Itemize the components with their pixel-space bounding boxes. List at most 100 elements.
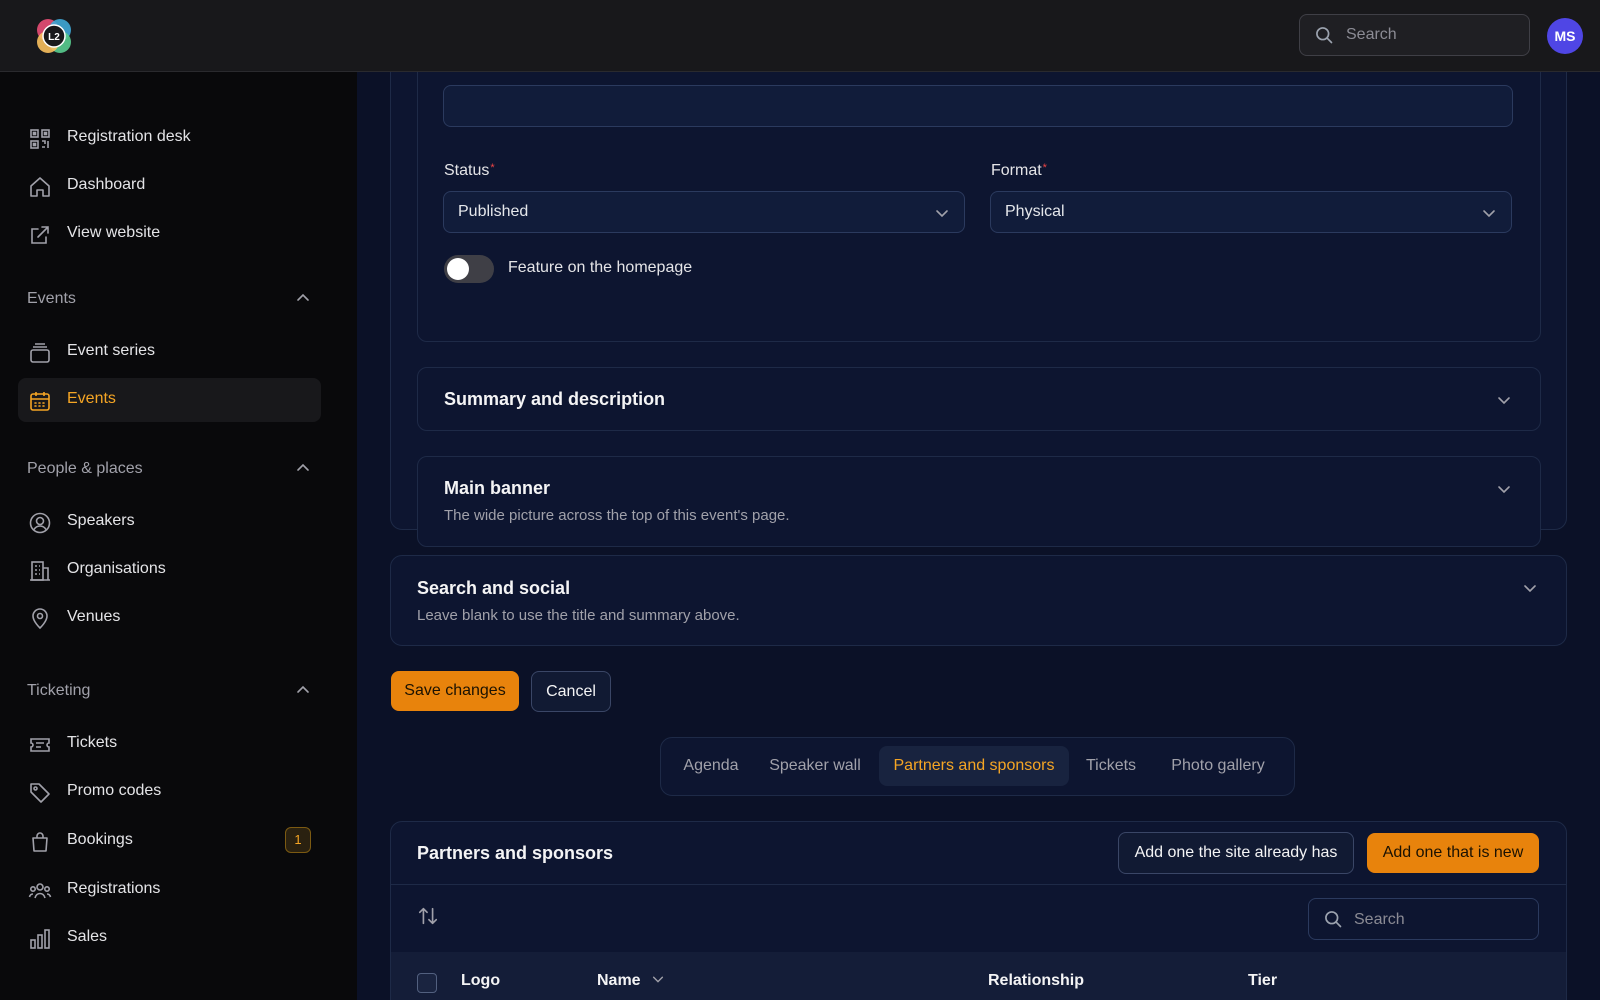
chevron-down-icon bbox=[1524, 585, 1536, 593]
summary-description-section[interactable]: Summary and description bbox=[417, 367, 1541, 431]
main-content: Status* Published Format* Physical Featu… bbox=[357, 72, 1600, 1000]
column-header-relationship: Relationship bbox=[988, 972, 1085, 989]
table-search-placeholder: Search bbox=[1354, 911, 1405, 928]
sidebar-item-label: Promo codes bbox=[67, 782, 162, 799]
sidebar-section-label: Events bbox=[27, 290, 76, 307]
user-avatar[interactable]: MS bbox=[1547, 18, 1583, 54]
sidebar-item-speakers[interactable]: Speakers bbox=[18, 500, 321, 544]
sidebar-section-people-places[interactable]: People & places bbox=[27, 456, 311, 482]
global-search-input[interactable]: Search bbox=[1299, 14, 1530, 56]
chevron-down-icon bbox=[1483, 210, 1495, 218]
chevron-down-icon bbox=[1498, 486, 1510, 494]
sidebar-item-events[interactable]: Events bbox=[18, 378, 321, 422]
sidebar: Registration desk Dashboard View website… bbox=[0, 72, 357, 1000]
sidebar-item-event-series[interactable]: Event series bbox=[18, 330, 321, 374]
sidebar-item-organisations[interactable]: Organisations bbox=[18, 548, 321, 592]
logo-icon: L2 bbox=[37, 19, 71, 53]
table-header: Logo Name Relationship Tier bbox=[391, 952, 1566, 1000]
chevron-down-icon bbox=[1498, 397, 1510, 405]
sidebar-item-registrations[interactable]: Registrations bbox=[18, 868, 321, 912]
tab-agenda[interactable]: Agenda bbox=[671, 746, 751, 786]
save-changes-button[interactable]: Save changes bbox=[391, 671, 519, 711]
sidebar-item-tickets[interactable]: Tickets bbox=[18, 722, 321, 766]
sidebar-item-bookings[interactable]: Bookings 1 bbox=[18, 819, 321, 863]
app-logo[interactable]: L2 bbox=[32, 14, 76, 58]
sort-icon[interactable] bbox=[417, 905, 439, 927]
sidebar-item-label: Sales bbox=[67, 928, 108, 945]
sidebar-item-label: Speakers bbox=[67, 512, 135, 529]
tab-photo-gallery[interactable]: Photo gallery bbox=[1153, 746, 1283, 786]
sidebar-section-events[interactable]: Events bbox=[27, 286, 311, 312]
bookings-count-badge: 1 bbox=[285, 827, 311, 853]
select-all-checkbox[interactable] bbox=[417, 973, 437, 993]
add-existing-button[interactable]: Add one the site already has bbox=[1118, 832, 1354, 874]
qr-code-icon bbox=[30, 129, 50, 149]
sidebar-item-venues[interactable]: Venues bbox=[18, 596, 321, 640]
status-select[interactable]: Published bbox=[443, 191, 965, 233]
tag-icon bbox=[30, 783, 50, 803]
shopping-bag-icon bbox=[32, 832, 48, 852]
tab-partners-sponsors[interactable]: Partners and sponsors bbox=[879, 746, 1069, 786]
column-header-name[interactable]: Name bbox=[597, 972, 665, 990]
feature-homepage-label: Feature on the homepage bbox=[508, 259, 693, 276]
users-icon bbox=[28, 883, 52, 899]
divider bbox=[391, 884, 1566, 885]
status-select-value: Published bbox=[458, 203, 529, 220]
section-subtitle: The wide picture across the top of this … bbox=[444, 507, 790, 524]
search-social-section[interactable]: Search and social Leave blank to use the… bbox=[390, 555, 1567, 646]
sidebar-item-view-website[interactable]: View website bbox=[18, 212, 321, 256]
format-select[interactable]: Physical bbox=[990, 191, 1512, 233]
event-tabs: Agenda Speaker wall Partners and sponsor… bbox=[660, 737, 1295, 796]
sidebar-section-ticketing[interactable]: Ticketing bbox=[27, 678, 311, 704]
sidebar-section-label: People & places bbox=[27, 460, 143, 477]
feature-homepage-toggle[interactable] bbox=[444, 255, 494, 283]
tab-tickets[interactable]: Tickets bbox=[1075, 746, 1147, 786]
chevron-up-icon bbox=[297, 293, 309, 301]
event-details-card: Status* Published Format* Physical Featu… bbox=[390, 72, 1567, 547]
main-banner-section[interactable]: Main banner The wide picture across the … bbox=[417, 456, 1541, 547]
sidebar-item-dashboard[interactable]: Dashboard bbox=[18, 164, 321, 208]
section-title: Summary and description bbox=[444, 389, 666, 409]
chevron-up-icon bbox=[297, 685, 309, 693]
cancel-button[interactable]: Cancel bbox=[531, 671, 611, 712]
map-pin-icon bbox=[32, 608, 48, 630]
chevron-down-icon bbox=[652, 976, 664, 983]
stack-icon bbox=[30, 343, 50, 363]
section-title: Search and social bbox=[417, 578, 571, 598]
sidebar-item-label: Venues bbox=[67, 608, 121, 625]
sidebar-item-label: Tickets bbox=[67, 734, 118, 751]
partners-sponsors-card: Partners and sponsors Add one the site a… bbox=[390, 821, 1567, 1000]
global-search-placeholder: Search bbox=[1346, 26, 1397, 43]
sidebar-item-label: Registration desk bbox=[67, 128, 191, 145]
sidebar-item-sales[interactable]: Sales bbox=[18, 916, 321, 960]
table-search-input[interactable]: Search bbox=[1308, 898, 1539, 940]
search-icon bbox=[1325, 911, 1342, 928]
tab-speaker-wall[interactable]: Speaker wall bbox=[757, 746, 873, 786]
column-header-tier: Tier bbox=[1248, 972, 1278, 989]
top-bar: L2 Search MS bbox=[0, 0, 1600, 72]
sidebar-item-label: View website bbox=[67, 224, 161, 241]
chevron-up-icon bbox=[297, 463, 309, 471]
column-header-logo: Logo bbox=[461, 972, 501, 989]
sidebar-item-label: Organisations bbox=[67, 560, 166, 577]
format-label: Format* bbox=[991, 162, 1047, 179]
format-select-value: Physical bbox=[1005, 203, 1065, 220]
bar-chart-icon bbox=[30, 929, 50, 949]
external-link-icon bbox=[31, 226, 49, 244]
ticket-icon bbox=[30, 738, 50, 752]
section-title: Main banner bbox=[444, 478, 551, 498]
sidebar-item-registration-desk[interactable]: Registration desk bbox=[18, 116, 321, 160]
sidebar-item-label: Events bbox=[67, 390, 116, 407]
sidebar-item-label: Bookings bbox=[67, 831, 133, 848]
sidebar-item-promo-codes[interactable]: Promo codes bbox=[18, 770, 321, 814]
sidebar-item-label: Dashboard bbox=[67, 176, 146, 193]
add-new-button[interactable]: Add one that is new bbox=[1367, 833, 1539, 873]
partners-title: Partners and sponsors bbox=[417, 843, 614, 863]
user-circle-icon bbox=[29, 512, 51, 534]
basic-info-card: Status* Published Format* Physical Featu… bbox=[417, 72, 1541, 342]
home-icon bbox=[30, 177, 50, 197]
sidebar-item-label: Event series bbox=[67, 342, 156, 359]
building-icon bbox=[30, 561, 50, 581]
text-input-field[interactable] bbox=[443, 85, 1513, 127]
status-label: Status* bbox=[444, 162, 495, 179]
